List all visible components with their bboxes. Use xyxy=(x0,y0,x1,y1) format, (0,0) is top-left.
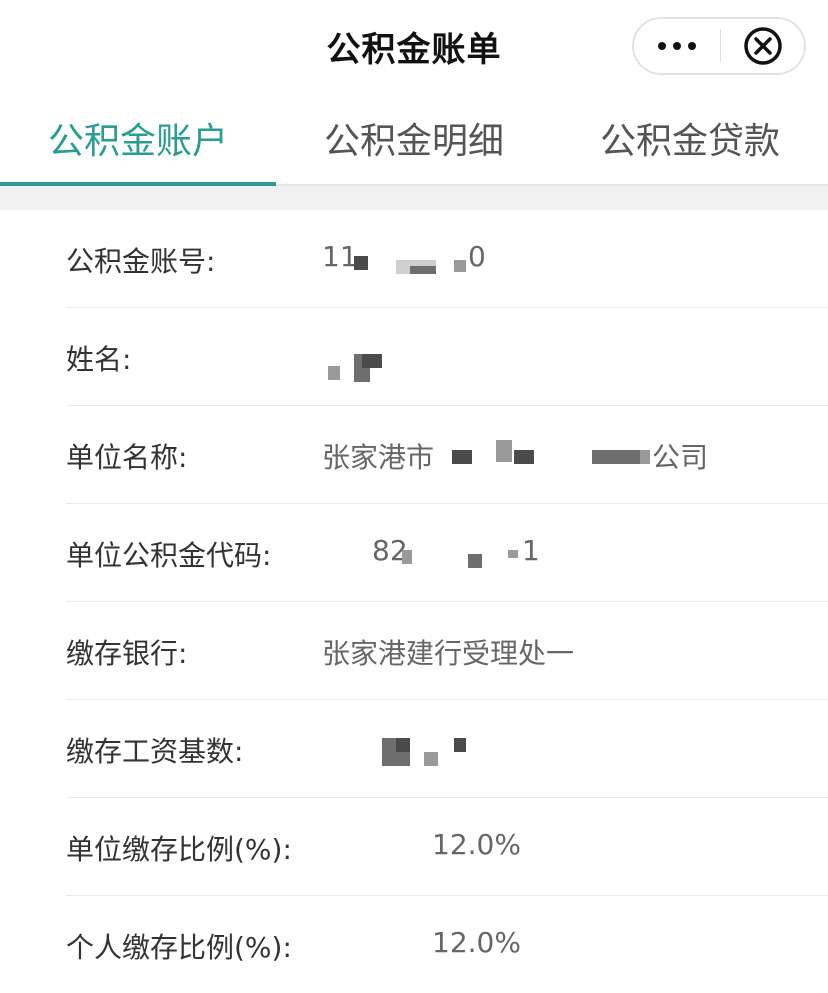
close-circle-icon[interactable] xyxy=(721,19,804,73)
nav-bar: 公积金账单 xyxy=(0,0,828,96)
redaction-mosaic xyxy=(424,752,438,766)
more-dots-icon[interactable] xyxy=(634,19,720,73)
redaction-mosaic xyxy=(468,554,482,568)
tab-loan[interactable]: 公积金贷款 xyxy=(552,96,828,184)
wage-base-label: 缴存工资基数: xyxy=(66,735,244,768)
employer-value-suffix: 公司 xyxy=(652,441,709,474)
employer-rate-label: 单位缴存比例(%): xyxy=(66,833,292,866)
info-row-account-number: 公积金账号: 11 0 xyxy=(66,210,828,308)
personal-rate-value: 12.0% xyxy=(432,926,521,959)
account-number-label: 公积金账号: xyxy=(66,245,216,278)
personal-rate-label: 个人缴存比例(%): xyxy=(66,931,292,964)
redaction-mosaic xyxy=(354,256,368,270)
redaction-mosaic xyxy=(454,260,466,272)
section-separator xyxy=(0,186,828,210)
redaction-mosaic xyxy=(452,450,472,464)
redaction-mosaic xyxy=(362,354,382,368)
redaction-mosaic xyxy=(496,440,512,462)
tab-account[interactable]: 公积金账户 xyxy=(0,96,276,186)
redaction-mosaic xyxy=(640,450,650,464)
info-row-employer-code: 单位公积金代码: 82 1 xyxy=(66,504,828,602)
employer-value-prefix: 张家港市 xyxy=(322,441,435,474)
redaction-mosaic xyxy=(328,366,340,380)
account-number-value-prefix: 11 xyxy=(322,240,358,273)
bank-label: 缴存银行: xyxy=(66,637,188,670)
account-number-value-suffix: 0 xyxy=(468,240,486,273)
info-row-name: 姓名: xyxy=(66,308,828,406)
mini-program-capsule xyxy=(632,17,806,75)
info-row-employer: 单位名称: 张家港市 公司 xyxy=(66,406,828,504)
bank-value: 张家港建行受理处一 xyxy=(322,637,575,670)
tab-details[interactable]: 公积金明细 xyxy=(276,96,552,184)
redaction-mosaic xyxy=(402,550,412,564)
redaction-mosaic xyxy=(514,450,534,464)
employer-code-value-suffix: 1 xyxy=(522,534,540,567)
info-row-wage-base: 缴存工资基数: xyxy=(66,700,828,798)
info-row-employer-rate: 单位缴存比例(%): 12.0% xyxy=(66,798,828,896)
redaction-mosaic xyxy=(396,738,410,752)
info-row-personal-rate: 个人缴存比例(%): 12.0% xyxy=(66,896,828,993)
redaction-mosaic xyxy=(410,266,436,274)
employer-code-label: 单位公积金代码: xyxy=(66,539,272,572)
employer-rate-value: 12.0% xyxy=(432,828,521,861)
name-label: 姓名: xyxy=(66,343,132,376)
info-row-bank: 缴存银行: 张家港建行受理处一 xyxy=(66,602,828,700)
tab-bar: 公积金账户 公积金明细 公积金贷款 xyxy=(0,96,828,186)
redaction-mosaic xyxy=(454,738,466,752)
account-info-list: 公积金账号: 11 0 姓名: 单位名称: 张家港市 公司 单位公积金代码: 8… xyxy=(0,210,828,993)
redaction-mosaic xyxy=(592,450,640,464)
redaction-mosaic xyxy=(508,550,518,558)
employer-label: 单位名称: xyxy=(66,441,188,474)
